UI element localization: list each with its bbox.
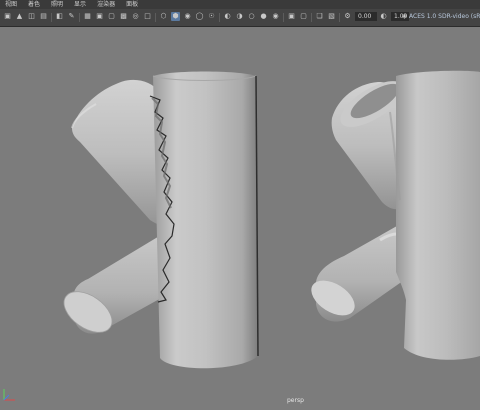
motion-blur-icon[interactable]: ○ <box>247 12 256 21</box>
isolate-icon[interactable]: ▣ <box>287 12 296 21</box>
menu-shading[interactable]: 着色 <box>23 0 46 9</box>
toolbar-separator <box>219 13 220 22</box>
field-chart-icon[interactable]: ◎ <box>131 12 140 21</box>
view-transform-icon[interactable]: ◈ <box>400 12 409 21</box>
grid-icon[interactable]: ▦ <box>83 12 92 21</box>
toolbar-separator <box>339 13 340 22</box>
two-d-pan-zoom-icon[interactable]: ◧ <box>55 12 64 21</box>
exposure-field[interactable] <box>355 12 377 21</box>
left-pipe-model <box>63 71 259 369</box>
menu-lighting[interactable]: 照明 <box>46 0 69 9</box>
lights-icon[interactable]: ☉ <box>207 12 216 21</box>
right-pipe-model <box>311 70 480 360</box>
camera-name-label: persp <box>287 397 304 404</box>
viewport-persp[interactable] <box>0 27 480 410</box>
wireframe-on-shaded-icon[interactable]: ◉ <box>183 12 192 21</box>
toolbar-separator <box>155 13 156 22</box>
smooth-shade-icon[interactable]: ⬢ <box>171 12 180 21</box>
toolbar-separator <box>79 13 80 22</box>
ambient-occlusion-icon[interactable]: ◑ <box>235 12 244 21</box>
gamma-icon[interactable]: ◐ <box>379 12 388 21</box>
multisample-icon[interactable]: ● <box>259 12 268 21</box>
menu-renderer[interactable]: 渲染器 <box>92 0 121 9</box>
shadows-icon[interactable]: ◐ <box>223 12 232 21</box>
exposure-icon[interactable]: ⚙ <box>343 12 352 21</box>
safe-action-icon[interactable]: □ <box>143 12 152 21</box>
image-plane-icon[interactable]: ▤ <box>39 12 48 21</box>
gate-mask-icon[interactable]: ▩ <box>119 12 128 21</box>
xray-joints-icon[interactable]: ❏ <box>315 12 324 21</box>
axis-gizmo-icon <box>3 389 15 401</box>
film-gate-icon[interactable]: ▣ <box>95 12 104 21</box>
depth-of-field-icon[interactable]: ◉ <box>271 12 280 21</box>
xray-components-icon[interactable]: ▧ <box>327 12 336 21</box>
camera-attributes-icon[interactable]: ▲ <box>15 12 24 21</box>
xray-icon[interactable]: ▢ <box>299 12 308 21</box>
grease-pencil-icon[interactable]: ✎ <box>67 12 76 21</box>
resolution-gate-icon[interactable]: ▢ <box>107 12 116 21</box>
wireframe-icon[interactable]: ⬡ <box>159 12 168 21</box>
select-camera-icon[interactable]: ▣ <box>3 12 12 21</box>
scene-render <box>63 70 480 369</box>
panel-menubar: 视图 着色 照明 显示 渲染器 面板 <box>0 0 480 9</box>
menu-view[interactable]: 视图 <box>0 0 23 9</box>
textured-icon[interactable]: ◯ <box>195 12 204 21</box>
menu-show[interactable]: 显示 <box>69 0 92 9</box>
panel-toolbar: ▣ ▲ ◫ ▤ ◧ ✎ ▦ ▣ ▢ ▩ ◎ □ ⬡ ⬢ ◉ ◯ ☉ ◐ ◑ ○ … <box>0 9 480 27</box>
toolbar-separator <box>51 13 52 22</box>
toolbar-separator <box>283 13 284 22</box>
toolbar-separator <box>311 13 312 22</box>
menu-panels[interactable]: 面板 <box>121 0 144 9</box>
color-space-selector[interactable]: ACES 1.0 SDR-video (sRGB <box>409 12 480 21</box>
bookmark-icon[interactable]: ◫ <box>27 12 36 21</box>
